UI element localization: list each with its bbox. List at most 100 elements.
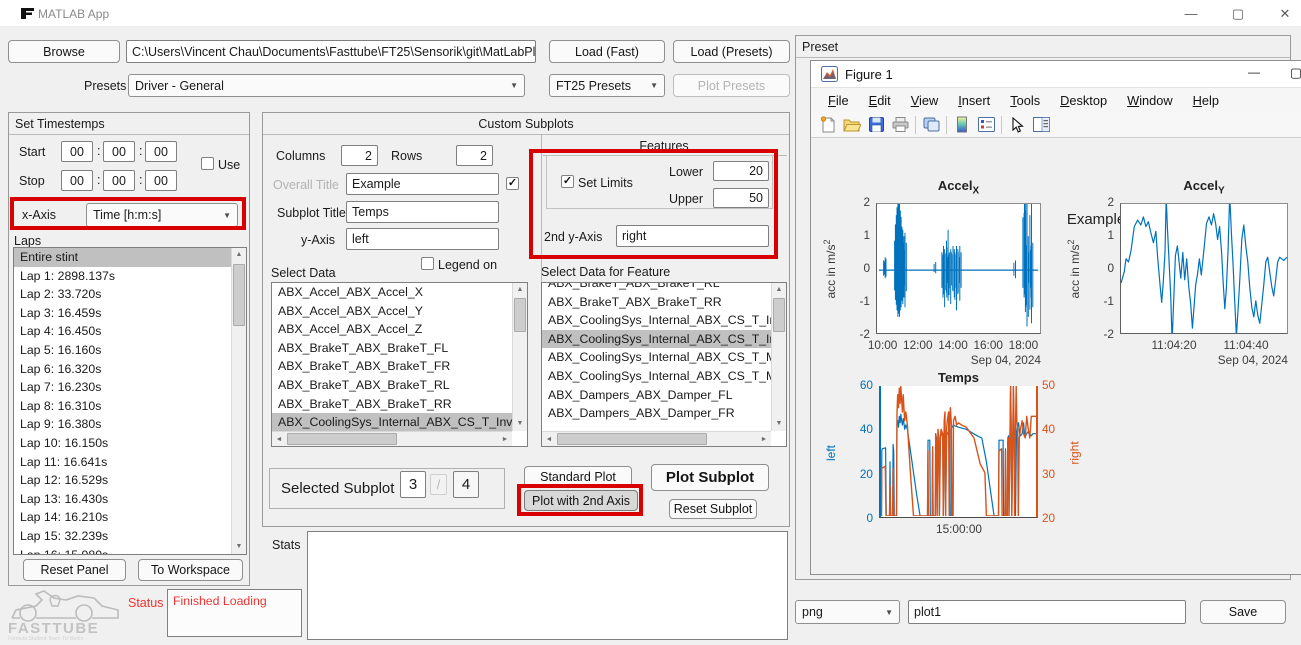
file-path-input[interactable]: C:\Users\Vincent Chau\Documents\Fasttube… [126,40,536,63]
data-list-vscrollbar[interactable]: ▲ ▼ [512,283,527,431]
cursor-arrow-icon[interactable] [1005,114,1029,136]
accel-y-plot-area[interactable] [1120,203,1288,334]
laps-scrollbar[interactable]: ▲ ▼ [231,248,246,554]
lap-list-item[interactable]: Lap 4: 16.450s [14,322,231,341]
lap-list-item[interactable]: Lap 10: 16.150s [14,434,231,453]
reset-panel-button[interactable]: Reset Panel [23,559,126,581]
plot-subplot-button[interactable]: Plot Subplot [651,464,769,491]
figure-menu-item[interactable]: View [902,90,948,111]
figure-menu-item[interactable]: Edit [860,90,900,111]
load-fast-button[interactable]: Load (Fast) [549,40,665,63]
scroll-up-icon[interactable]: ▲ [513,283,527,297]
feature-list-item[interactable]: ABX_BrakeT_ABX_BrakeT_RR [542,293,771,312]
temps-plot-area[interactable] [879,386,1038,518]
feature-list-item[interactable]: ABX_CoolingSys_Internal_ABX_CS_T_Inv [542,330,771,349]
stop-hour-field[interactable]: 00 [61,170,93,191]
feature-data-list[interactable]: ABX_BrakeT_ABX_BrakeT_RLABX_BrakeT_ABX_B… [541,282,787,447]
rows-field[interactable]: 2 [456,145,493,166]
data-list-item[interactable]: ABX_Accel_ABX_Accel_X [272,283,512,302]
scroll-right-icon[interactable]: ► [498,432,512,446]
ft25-presets-dropdown[interactable]: FT25 Presets ▼ [549,74,665,97]
standard-plot-button[interactable]: Standard Plot [524,466,632,487]
legend-icon[interactable] [974,114,998,136]
scroll-up-icon[interactable]: ▲ [232,248,246,262]
property-inspector-icon[interactable] [1029,114,1053,136]
feature-list-vscrollbar[interactable]: ▲ ▼ [771,283,786,431]
new-figure-icon[interactable] [816,114,840,136]
start-minute-field[interactable]: 00 [103,141,135,162]
legend-checkbox[interactable] [421,257,434,270]
open-file-icon[interactable] [840,114,864,136]
start-second-field[interactable]: 00 [145,141,177,162]
second-yaxis-field[interactable]: right [616,225,769,247]
lap-list-item[interactable]: Lap 15: 32.239s [14,527,231,546]
lap-list-item[interactable]: Lap 1: 2898.137s [14,267,231,286]
link-plot-icon[interactable] [919,114,943,136]
data-list-item[interactable]: ABX_BrakeT_ABX_BrakeT_FL [272,339,512,358]
scroll-left-icon[interactable]: ◄ [272,432,286,446]
print-icon[interactable] [888,114,912,136]
use-checkbox[interactable] [201,157,214,170]
lap-list-item[interactable]: Lap 16: 15.980s [14,546,231,556]
start-hour-field[interactable]: 00 [61,141,93,162]
maximize-button[interactable]: ▢ [1223,4,1253,23]
overall-title-field[interactable]: Example [346,173,499,195]
lap-list-item[interactable]: Lap 13: 16.430s [14,490,231,509]
save-icon[interactable] [864,114,888,136]
figure-maximize-button[interactable]: ▢ [1283,65,1301,83]
stop-second-field[interactable]: 00 [145,170,177,191]
lower-field[interactable]: 20 [713,161,769,181]
scroll-down-icon[interactable]: ▼ [513,417,527,431]
lap-list-item[interactable]: Lap 14: 16.210s [14,508,231,527]
accel-x-plot-area[interactable] [876,203,1041,334]
minimize-button[interactable]: — [1176,4,1206,23]
feature-list-item[interactable]: ABX_Dampers_ABX_Damper_FR [542,404,771,423]
feature-list-item[interactable]: ABX_BrakeT_ABX_BrakeT_RL [542,282,771,293]
scroll-down-icon[interactable]: ▼ [772,417,786,431]
overall-title-checkbox[interactable]: ✓ [506,177,519,190]
feature-list-item[interactable]: ABX_CoolingSys_Internal_ABX_CS_T_Mo [542,348,771,367]
stop-minute-field[interactable]: 00 [103,170,135,191]
upper-field[interactable]: 50 [713,188,769,208]
figure-menu-item[interactable]: Desktop [1051,90,1116,111]
feature-list-item[interactable]: ABX_CoolingSys_Internal_ABX_CS_T_Inv [542,311,771,330]
format-dropdown[interactable]: png ▼ [795,600,900,624]
lap-list-item[interactable]: Lap 2: 33.720s [14,285,231,304]
set-limits-checkbox[interactable]: ✓ [561,175,574,188]
data-list-item[interactable]: ABX_Accel_ABX_Accel_Y [272,302,512,321]
feature-list-item[interactable]: ABX_CoolingSys_Internal_ABX_CS_T_Mo [542,367,771,386]
columns-field[interactable]: 2 [341,145,378,166]
reset-subplot-button[interactable]: Reset Subplot [669,499,757,519]
data-list-hscrollbar[interactable]: ◄ ► [272,431,512,446]
feature-list-item[interactable]: ABX_Dampers_ABX_Damper_FL [542,386,771,405]
data-list-item[interactable]: ABX_Accel_ABX_Accel_Z [272,320,512,339]
lap-list-item[interactable]: Lap 11: 16.641s [14,453,231,472]
laps-list[interactable]: Entire stintLap 1: 2898.137sLap 2: 33.72… [13,247,247,555]
figure-minimize-button[interactable]: — [1241,65,1267,83]
figure-menu-item[interactable]: Window [1118,90,1182,111]
figure-menu-item[interactable]: Insert [949,90,999,111]
save-button[interactable]: Save [1200,600,1286,624]
lap-list-item[interactable]: Lap 8: 16.310s [14,397,231,416]
close-button[interactable]: ✕ [1270,4,1300,23]
data-list-item[interactable]: ABX_CoolingSys_Internal_ABX_CS_T_InvL [272,413,512,432]
lap-list-item[interactable]: Lap 5: 16.160s [14,341,231,360]
lap-list-item[interactable]: Lap 3: 16.459s [14,304,231,323]
scroll-up-icon[interactable]: ▲ [772,283,786,297]
filename-input[interactable]: plot1 [908,600,1186,624]
scroll-left-icon[interactable]: ◄ [542,432,556,446]
lap-list-item[interactable]: Lap 6: 16.320s [14,360,231,379]
browse-button[interactable]: Browse [8,40,120,63]
data-list-item[interactable]: ABX_BrakeT_ABX_BrakeT_RR [272,395,512,414]
data-list-item[interactable]: ABX_BrakeT_ABX_BrakeT_FR [272,357,512,376]
lap-list-item[interactable]: Lap 7: 16.230s [14,378,231,397]
scroll-down-icon[interactable]: ▼ [232,540,246,554]
load-presets-button[interactable]: Load (Presets) [673,40,790,63]
yaxis-field[interactable]: left [346,228,499,250]
figure-menu-item[interactable]: Tools [1001,90,1049,111]
select-data-list[interactable]: ABX_Accel_ABX_Accel_XABX_Accel_ABX_Accel… [271,282,528,447]
plot-presets-button[interactable]: Plot Presets [673,74,790,97]
feature-list-hscrollbar[interactable]: ◄ ► [542,431,771,446]
subplot-number-field[interactable]: 3 [400,471,426,498]
preset-dropdown[interactable]: Driver - General ▼ [128,74,525,97]
